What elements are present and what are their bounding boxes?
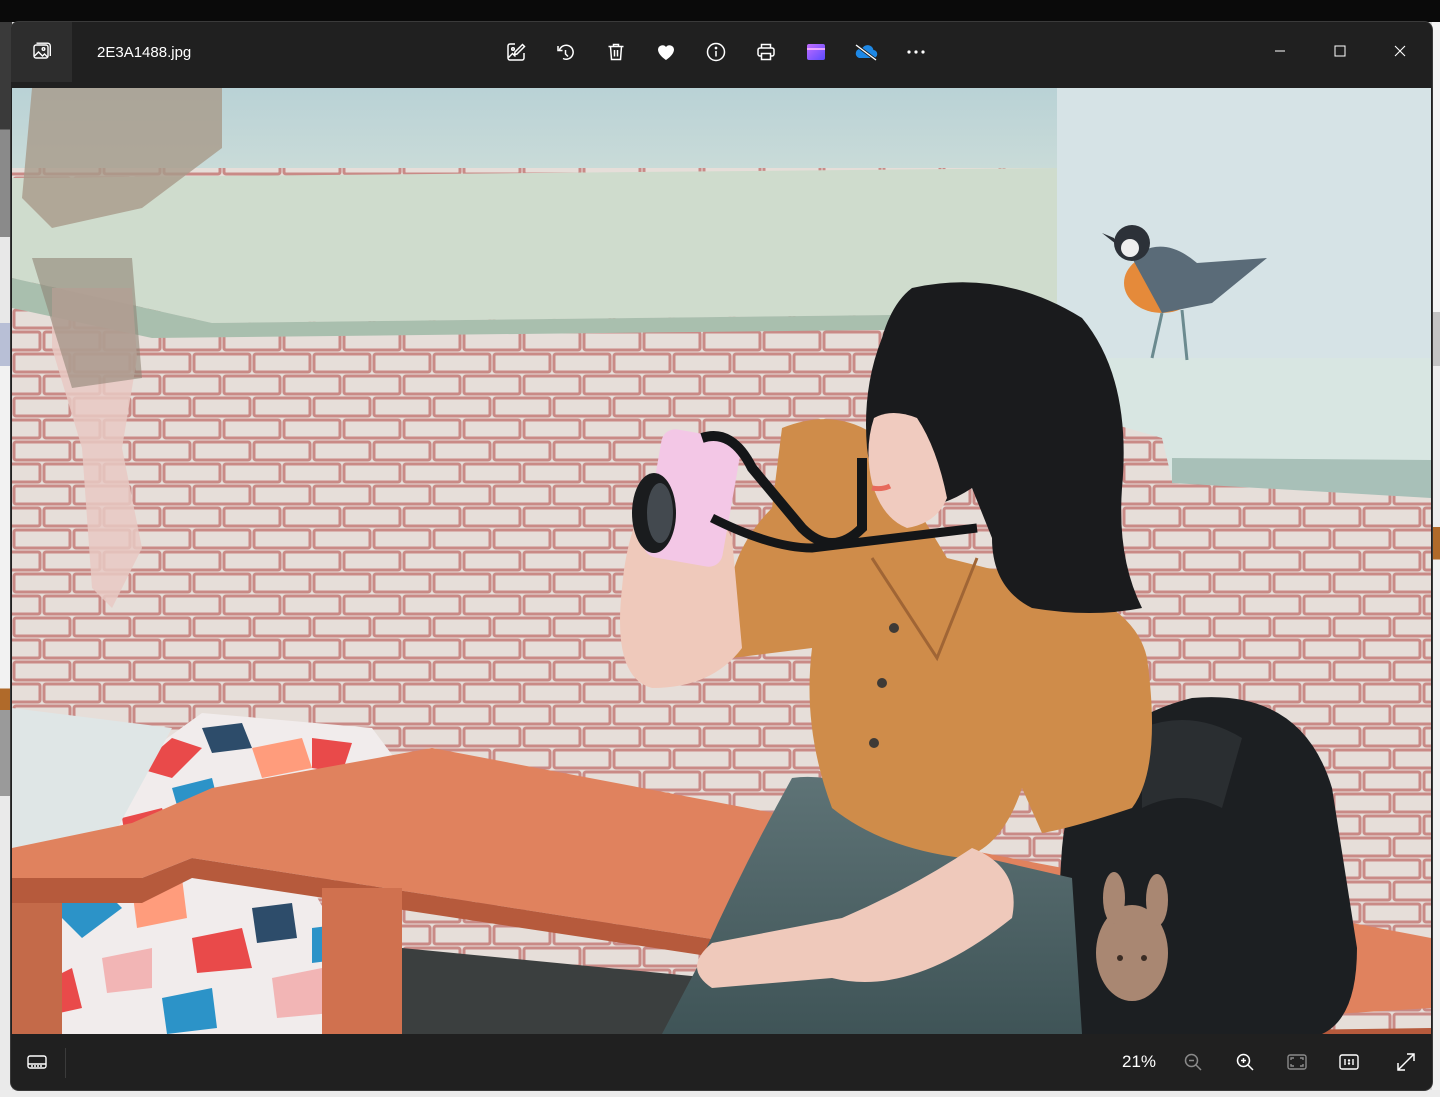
minimize-button[interactable] — [1257, 32, 1303, 70]
file-info-button[interactable] — [698, 34, 734, 70]
print-button[interactable] — [748, 34, 784, 70]
clipchamp-icon — [805, 41, 827, 63]
title-bar: 2E3A1488.jpg — [11, 22, 1432, 88]
actual-size-icon — [1338, 1051, 1360, 1073]
file-info-icon — [705, 41, 727, 63]
zoom-out-icon — [1182, 1051, 1204, 1073]
close-button[interactable] — [1377, 32, 1423, 70]
more-options-icon — [905, 41, 927, 63]
minimize-icon — [1273, 44, 1287, 58]
delete-button[interactable] — [598, 34, 634, 70]
zoom-out-button[interactable] — [1177, 1046, 1209, 1078]
zoom-in-icon — [1234, 1051, 1256, 1073]
photo-canvas[interactable] — [12, 88, 1431, 1034]
maximize-button[interactable] — [1317, 32, 1363, 70]
maximize-icon — [1333, 44, 1347, 58]
close-icon — [1393, 44, 1407, 58]
photos-app-icon — [32, 42, 52, 62]
delete-icon — [605, 41, 627, 63]
clipchamp-button[interactable] — [798, 34, 834, 70]
more-options-button[interactable] — [898, 34, 934, 70]
print-icon — [755, 41, 777, 63]
fit-to-window-button[interactable] — [1281, 1046, 1313, 1078]
edit-image-icon — [505, 41, 527, 63]
photos-app-window: 2E3A1488.jpg 21% — [11, 22, 1432, 1090]
favorite-button[interactable] — [648, 34, 684, 70]
actual-size-button[interactable] — [1333, 1046, 1365, 1078]
bottom-bar-divider — [65, 1048, 66, 1078]
desktop-top-edge — [0, 0, 1440, 22]
filmstrip-icon — [26, 1051, 48, 1073]
zoom-level[interactable]: 21% — [1111, 1052, 1167, 1072]
rotate-icon — [555, 41, 577, 63]
fullscreen-icon — [1395, 1051, 1417, 1073]
filmstrip-button[interactable] — [21, 1046, 53, 1078]
gallery-button[interactable] — [11, 22, 72, 82]
desktop-right-edge — [1432, 22, 1440, 1097]
fit-to-window-icon — [1286, 1051, 1308, 1073]
edit-image-button[interactable] — [498, 34, 534, 70]
fullscreen-button[interactable] — [1390, 1046, 1422, 1078]
rotate-button[interactable] — [548, 34, 584, 70]
onedrive-button[interactable] — [848, 34, 884, 70]
onedrive-icon — [853, 41, 879, 63]
file-name: 2E3A1488.jpg — [97, 44, 192, 61]
bottom-bar: 21% — [11, 1034, 1432, 1090]
zoom-in-button[interactable] — [1229, 1046, 1261, 1078]
toolbar — [498, 34, 934, 70]
favorite-heart-icon — [655, 41, 677, 63]
desktop-bottom-edge — [0, 1090, 1440, 1097]
photo-image — [12, 88, 1431, 1034]
